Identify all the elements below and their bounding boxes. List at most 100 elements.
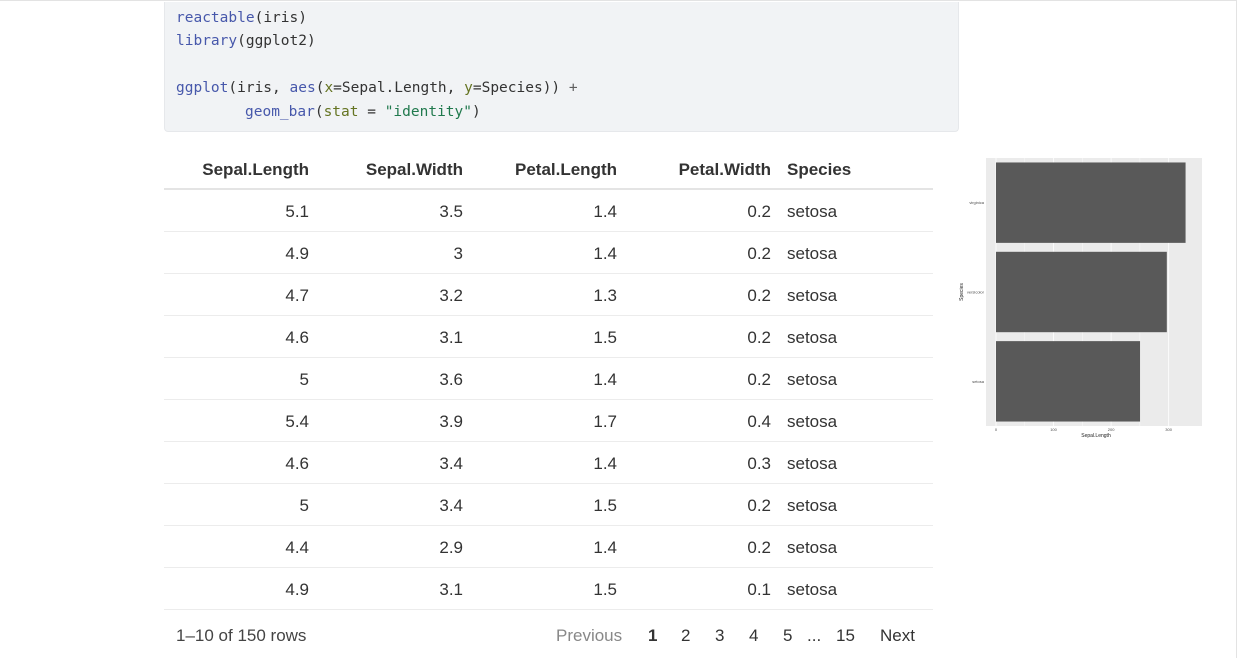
cell-species: setosa	[787, 244, 838, 263]
cell-species: setosa	[787, 370, 838, 389]
table-row: 4.9 3.1 1.5 0.1 setosa	[164, 568, 933, 610]
table-header: Sepal.Length Sepal.Width Petal.Length Pe…	[164, 150, 933, 190]
code-block: reactable(iris) library(ggplot2) ggplot(…	[164, 2, 959, 132]
code-line-1: reactable(iris)	[176, 8, 307, 28]
y-tick-label: setosa	[972, 379, 985, 384]
cell-sepal-width: 2.9	[439, 538, 463, 557]
bar-setosa	[996, 341, 1141, 422]
bar-versicolor	[996, 251, 1167, 333]
cell-sepal-length: 4.6	[285, 328, 309, 347]
cell-sepal-length: 4.9	[285, 244, 309, 263]
code-text: =Species))	[472, 80, 569, 96]
page-button-1[interactable]: 1	[648, 626, 657, 646]
table-row: 4.7 3.2 1.3 0.2 setosa	[164, 274, 933, 316]
code-text: (	[237, 33, 246, 49]
header-sepal-length[interactable]: Sepal.Length	[202, 160, 309, 180]
header-sepal-width[interactable]: Sepal.Width	[366, 160, 463, 180]
table-row: 4.4 2.9 1.4 0.2 setosa	[164, 526, 933, 568]
cell-species: setosa	[787, 286, 838, 305]
code-text: (	[254, 10, 264, 26]
cell-sepal-length: 4.4	[285, 538, 309, 557]
code-text: )	[298, 10, 307, 26]
cell-species: setosa	[787, 412, 838, 431]
code-function: library	[176, 33, 238, 49]
bar-virginica	[996, 162, 1186, 243]
code-function: aes	[289, 80, 316, 96]
cell-sepal-width: 3.9	[439, 412, 463, 431]
header-petal-width[interactable]: Petal.Width	[679, 160, 771, 180]
code-text: (	[314, 104, 324, 120]
page-button-3[interactable]: 3	[715, 626, 724, 646]
cell-sepal-length: 5	[299, 496, 309, 515]
table-row: 4.9 3 1.4 0.2 setosa	[164, 232, 933, 274]
header-species[interactable]: Species	[787, 160, 851, 180]
cell-petal-width: 0.2	[747, 328, 771, 347]
cell-petal-width: 0.2	[747, 244, 771, 263]
cell-petal-length: 1.5	[593, 580, 617, 599]
code-argument: y	[464, 80, 473, 96]
cell-petal-width: 0.2	[747, 286, 771, 305]
table-row: 4.6 3.4 1.4 0.3 setosa	[164, 442, 933, 484]
cell-species: setosa	[787, 496, 838, 515]
cell-sepal-length: 5.1	[285, 202, 309, 221]
code-text: iris	[263, 10, 299, 26]
y-axis-label: Species	[959, 283, 965, 301]
previous-button[interactable]: Previous	[556, 626, 622, 646]
cell-sepal-width: 3.6	[439, 370, 463, 389]
cell-petal-length: 1.7	[593, 412, 617, 431]
code-function: reactable	[176, 10, 255, 26]
cell-petal-width: 0.2	[747, 496, 771, 515]
data-table: Sepal.Length Sepal.Width Petal.Length Pe…	[164, 150, 933, 610]
table-row: 5 3.4 1.5 0.2 setosa	[164, 484, 933, 526]
table-row: 4.6 3.1 1.5 0.2 setosa	[164, 316, 933, 358]
page-button-4[interactable]: 4	[749, 626, 758, 646]
cell-petal-width: 0.1	[747, 580, 771, 599]
cell-petal-length: 1.4	[593, 244, 617, 263]
cell-species: setosa	[787, 580, 838, 599]
x-tick-label: 0	[995, 427, 998, 432]
cell-species: setosa	[787, 202, 838, 221]
table-row: 5.1 3.5 1.4 0.2 setosa	[164, 190, 933, 232]
x-tick-label: 300	[1165, 427, 1172, 432]
cell-sepal-width: 3.4	[439, 496, 463, 515]
code-line-5: geom_bar(stat = "identity")	[245, 102, 481, 122]
code-argument: stat	[323, 104, 359, 120]
code-text: ggplot2	[245, 33, 307, 49]
page-info: 1–10 of 150 rows	[176, 626, 307, 645]
cell-petal-length: 1.4	[593, 538, 617, 557]
cell-sepal-width: 3.1	[439, 328, 463, 347]
cell-sepal-length: 5	[299, 370, 309, 389]
y-tick-label: virginica	[969, 200, 984, 205]
code-text: )	[306, 33, 316, 49]
y-tick-label: versicolor	[967, 290, 985, 295]
pagination: 1–10 of 150 rows Previous 1 2 3 4 5 ... …	[164, 620, 933, 656]
next-button[interactable]: Next	[880, 626, 915, 646]
cell-petal-width: 0.3	[747, 454, 771, 473]
cell-sepal-length: 5.4	[285, 412, 309, 431]
cell-petal-width: 0.2	[747, 538, 771, 557]
page-ellipsis: ...	[807, 626, 822, 645]
cell-petal-length: 1.4	[593, 454, 617, 473]
code-text: )	[472, 104, 481, 120]
code-text: (iris,	[228, 80, 290, 96]
x-axis-label: Sepal.Length	[1081, 433, 1111, 439]
code-operator: +	[568, 80, 578, 96]
x-tick-label: 100	[1050, 427, 1057, 432]
cell-sepal-width: 3.2	[439, 286, 463, 305]
cell-petal-width: 0.2	[747, 370, 771, 389]
cell-sepal-width: 3.4	[439, 454, 463, 473]
cell-petal-length: 1.4	[593, 202, 617, 221]
species-bar-chart: setosa versicolor virginica 0 100 200 300 Sepal…	[959, 158, 1202, 439]
page-button-2[interactable]: 2	[681, 626, 690, 646]
code-text: =Sepal.Length,	[333, 80, 465, 96]
cell-sepal-width: 3.1	[439, 580, 463, 599]
cell-petal-length: 1.5	[593, 328, 617, 347]
cell-sepal-width: 3	[453, 244, 463, 263]
code-string: "identity"	[384, 104, 473, 120]
cell-petal-length: 1.4	[593, 370, 617, 389]
page-button-15[interactable]: 15	[836, 626, 855, 646]
header-petal-length[interactable]: Petal.Length	[515, 160, 617, 180]
cell-species: setosa	[787, 538, 838, 557]
table-row: 5 3.6 1.4 0.2 setosa	[164, 358, 933, 400]
page-button-5[interactable]: 5	[783, 626, 792, 646]
